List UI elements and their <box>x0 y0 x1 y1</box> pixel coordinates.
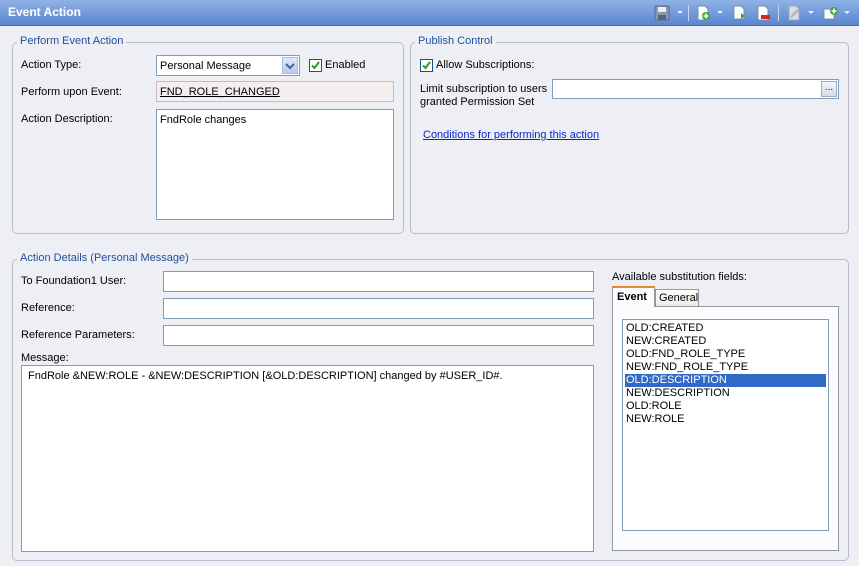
edit-icon[interactable] <box>786 5 802 21</box>
perform-event-action-legend: Perform Event Action <box>17 35 127 47</box>
add-dropdown-arrow[interactable] <box>844 11 850 14</box>
delete-icon[interactable] <box>755 5 771 21</box>
limit-subscription-label-line1: Limit subscription to users <box>420 83 548 95</box>
message-textarea[interactable]: FndRole &NEW:ROLE - &NEW:DESCRIPTION [&O… <box>21 365 594 552</box>
toolbar-separator <box>778 5 779 21</box>
list-item-selected[interactable]: OLD:DESCRIPTION <box>625 374 826 387</box>
to-user-label: To Foundation1 User: <box>21 275 127 287</box>
perform-upon-event-value[interactable]: FND_ROLE_CHANGED <box>160 86 280 98</box>
list-item[interactable]: NEW:FND_ROLE_TYPE <box>625 361 826 374</box>
list-item[interactable]: OLD:FND_ROLE_TYPE <box>625 348 826 361</box>
edit-dropdown-arrow[interactable] <box>808 11 814 14</box>
action-type-value: Personal Message <box>160 60 252 72</box>
to-user-field[interactable] <box>163 271 594 292</box>
permission-set-field[interactable]: ... <box>552 79 839 99</box>
action-description-value: FndRole changes <box>160 114 247 126</box>
allow-subscriptions-label: Allow Subscriptions: <box>436 59 535 71</box>
perform-upon-event-label: Perform upon Event: <box>21 86 122 98</box>
browse-button[interactable]: ... <box>821 81 837 97</box>
action-description-textarea[interactable]: FndRole changes <box>156 109 394 220</box>
new-dropdown-arrow[interactable] <box>717 11 723 14</box>
allow-subscriptions-checkbox[interactable] <box>420 59 433 72</box>
action-type-label: Action Type: <box>21 59 82 71</box>
window-title-bar: Event Action <box>0 0 859 26</box>
perform-upon-event-field[interactable]: FND_ROLE_CHANGED <box>156 81 394 102</box>
list-item[interactable]: NEW:ROLE <box>625 413 826 426</box>
window-title: Event Action <box>8 5 81 19</box>
save-icon[interactable] <box>654 5 670 21</box>
substitution-fields-label: Available substitution fields: <box>612 271 747 283</box>
publish-control-legend: Publish Control <box>415 35 496 47</box>
substitution-fields-list[interactable]: OLD:CREATED NEW:CREATED OLD:FND_ROLE_TYP… <box>622 319 829 531</box>
action-details-legend: Action Details (Personal Message) <box>17 252 192 264</box>
save-dropdown-arrow[interactable] <box>677 11 683 14</box>
limit-subscription-label-line2: granted Permission Set <box>420 96 535 108</box>
list-item[interactable]: NEW:CREATED <box>625 335 826 348</box>
enabled-checkbox[interactable] <box>309 59 322 72</box>
duplicate-icon[interactable] <box>732 5 748 21</box>
message-label: Message: <box>21 352 69 364</box>
reference-parameters-label: Reference Parameters: <box>21 329 135 341</box>
tab-event-label: Event <box>617 291 647 303</box>
reference-field[interactable] <box>163 298 594 319</box>
message-value: FndRole &NEW:ROLE - &NEW:DESCRIPTION [&O… <box>28 370 503 382</box>
list-item[interactable]: OLD:ROLE <box>625 400 826 413</box>
toolbar-separator <box>688 5 689 21</box>
tab-event[interactable]: Event <box>612 286 655 307</box>
add-icon[interactable] <box>823 5 839 21</box>
reference-label: Reference: <box>21 302 75 314</box>
reference-parameters-field[interactable] <box>163 325 594 346</box>
enabled-label: Enabled <box>325 59 366 71</box>
chevron-down-icon[interactable] <box>282 57 298 74</box>
new-icon[interactable] <box>695 5 711 21</box>
list-item[interactable]: OLD:CREATED <box>625 322 826 335</box>
action-description-label: Action Description: <box>21 113 113 125</box>
conditions-link[interactable]: Conditions for performing this action <box>423 129 599 141</box>
list-item[interactable]: NEW:DESCRIPTION <box>625 387 826 400</box>
tab-general-label: General <box>659 292 699 304</box>
tab-general[interactable]: General <box>655 289 699 306</box>
action-type-select[interactable]: Personal Message <box>156 55 300 76</box>
